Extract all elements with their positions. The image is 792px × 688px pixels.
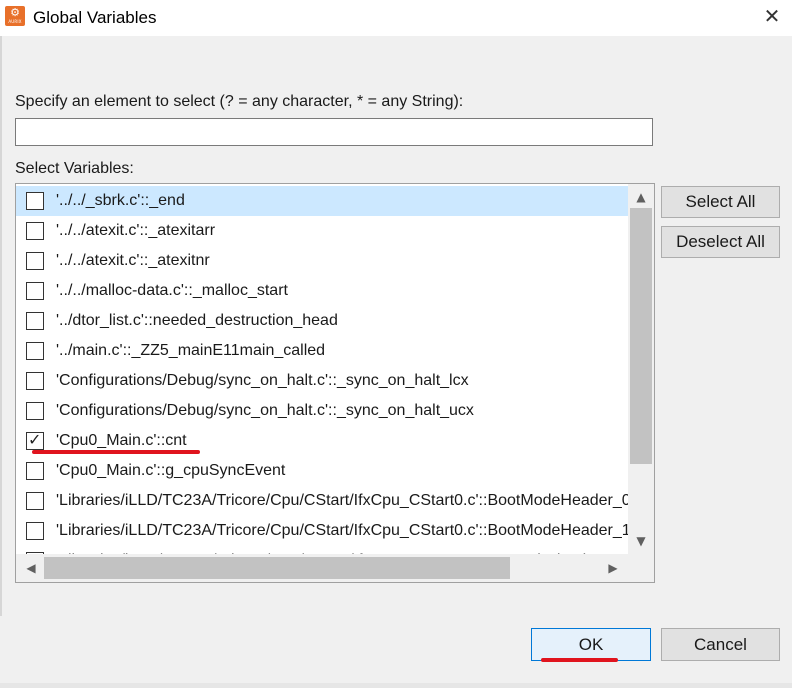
variable-checkbox[interactable]: ✓ [26,430,44,450]
variable-label: 'Libraries/iLLD/TC23A/Tricore/Cpu/CStart… [56,522,628,539]
select-all-button[interactable]: Select All [661,186,780,218]
list-item[interactable]: '../dtor_list.c'::needed_destruction_hea… [16,306,628,336]
scroll-right-icon[interactable]: ▶ [600,554,626,582]
list-item[interactable]: '../../malloc-data.c'::_malloc_start [16,276,628,306]
window-edge [0,36,2,616]
variable-checkbox[interactable] [26,462,44,480]
window-title: Global Variables [33,8,157,27]
variables-list[interactable]: '../../_sbrk.c'::_end'../../atexit.c'::_… [15,183,655,583]
list-item[interactable]: 'Configurations/Debug/sync_on_halt.c'::_… [16,396,628,426]
horizontal-scrollbar[interactable]: ◀ ▶ [16,554,628,582]
variable-label: 'Cpu0_Main.c'::g_cpuSyncEvent [56,462,286,479]
list-item[interactable]: 'Cpu0_Main.c'::g_cpuSyncEvent [16,456,628,486]
checkmark-icon: ✓ [28,430,42,449]
list-item[interactable]: 'Libraries/iLLD/TC23A/Tricore/Cpu/CStart… [16,516,628,546]
gear-icon: ⚙ [10,7,20,19]
variable-checkbox[interactable] [26,492,44,510]
horizontal-scroll-thumb[interactable] [44,557,510,579]
list-item[interactable]: 'Configurations/Debug/sync_on_halt.c'::_… [16,366,628,396]
variable-checkbox[interactable] [26,522,44,540]
variable-checkbox[interactable] [26,222,44,240]
scrollbar-corner [628,554,654,582]
list-item[interactable]: '../../atexit.c'::_atexitnr [16,246,628,276]
variable-label: 'Libraries/iLLD/TC23A/Tricore/Cpu/CStart… [56,492,628,509]
variable-checkbox[interactable] [26,402,44,420]
list-item[interactable]: '../../atexit.c'::_atexitarr [16,216,628,246]
variable-label: '../../atexit.c'::_atexitnr [56,252,210,269]
app-icon-text: AURIX [8,19,22,24]
title-bar: ⚙ AURIX Global Variables ✕ [0,0,792,36]
vertical-scroll-thumb[interactable] [630,208,652,464]
list-item[interactable]: '../main.c'::_ZZ5_mainE11main_called [16,336,628,366]
variable-checkbox[interactable] [26,252,44,270]
variable-checkbox[interactable] [26,372,44,390]
variable-label: '../../atexit.c'::_atexitarr [56,222,216,239]
list-item[interactable]: 'Libraries/iLLD/TC23A/Tricore/Cpu/CStart… [16,546,628,554]
list-item[interactable]: 'Libraries/iLLD/TC23A/Tricore/Cpu/CStart… [16,486,628,516]
scroll-up-icon[interactable]: ▲ [628,188,654,206]
filter-input[interactable] [15,118,653,146]
annotation-underline-ok [541,658,618,662]
variables-rows: '../../_sbrk.c'::_end'../../atexit.c'::_… [16,184,628,554]
variables-label: Select Variables: [15,160,134,177]
filter-label: Specify an element to select (? = any ch… [15,93,464,110]
scroll-left-icon[interactable]: ◀ [18,554,44,582]
variable-checkbox[interactable] [26,282,44,300]
variable-label: '../../malloc-data.c'::_malloc_start [56,282,288,299]
cancel-button[interactable]: Cancel [661,628,780,661]
variable-label: 'Configurations/Debug/sync_on_halt.c'::_… [56,372,469,389]
list-item[interactable]: '../../_sbrk.c'::_end [16,186,628,216]
variable-label: '../main.c'::_ZZ5_mainE11main_called [56,342,326,359]
scroll-down-icon[interactable]: ▼ [628,532,654,550]
deselect-all-button[interactable]: Deselect All [661,226,780,258]
variable-checkbox[interactable] [26,342,44,360]
variable-checkbox[interactable] [26,312,44,330]
annotation-underline-cnt [32,450,200,454]
vertical-scrollbar[interactable]: ▲ ▼ [628,184,654,554]
close-icon[interactable]: ✕ [752,0,792,32]
variable-label: '../dtor_list.c'::needed_destruction_hea… [56,312,338,329]
aurix-app-icon: ⚙ AURIX [5,6,25,26]
variable-label: 'Cpu0_Main.c'::cnt [56,432,187,449]
ok-button[interactable]: OK [531,628,651,661]
variable-checkbox[interactable] [26,192,44,210]
variable-label: '../../_sbrk.c'::_end [56,192,185,209]
window-bottom-edge [0,683,792,688]
variable-label: 'Configurations/Debug/sync_on_halt.c'::_… [56,402,474,419]
